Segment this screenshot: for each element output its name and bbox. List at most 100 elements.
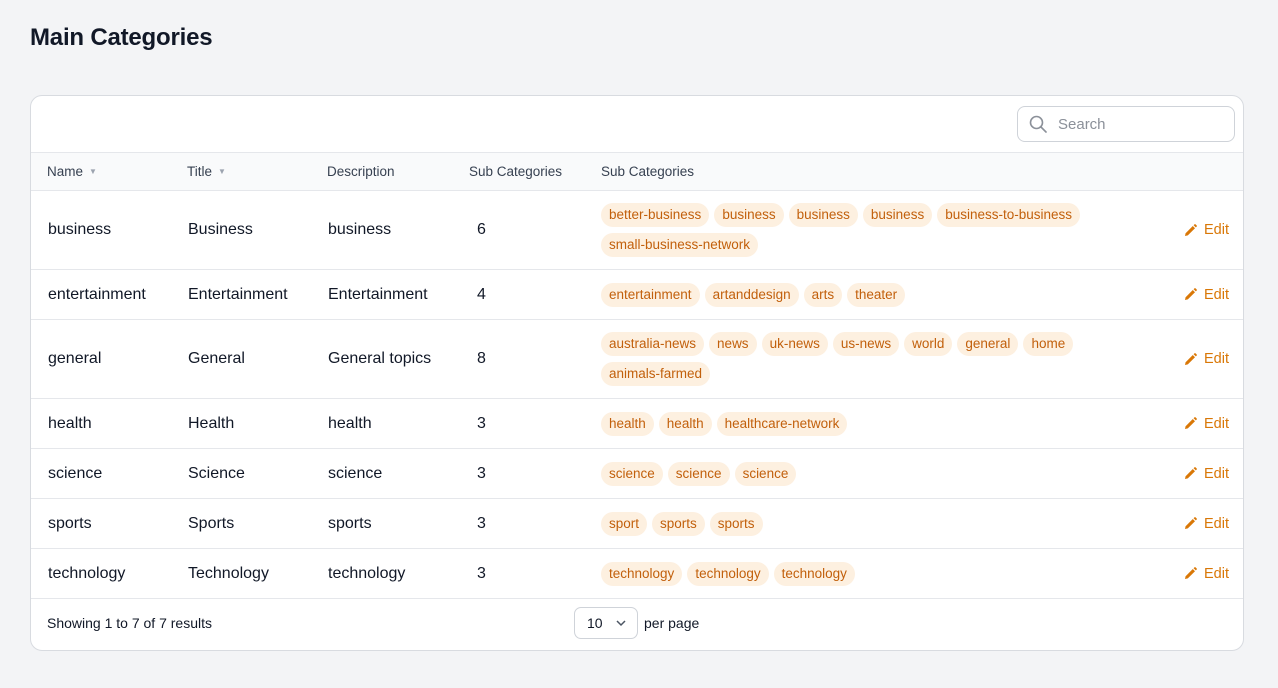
edit-button[interactable]: Edit <box>1125 351 1243 367</box>
cell-sub-categories: health health healthcare-network <box>585 398 1125 449</box>
edit-button[interactable]: Edit <box>1125 515 1243 532</box>
tag-list: sport sports sports <box>601 500 1125 548</box>
tag-list: health health healthcare-network <box>601 400 1125 448</box>
cell-title: Science <box>171 448 311 499</box>
table-row: science Science science 3 science science scie… <box>31 448 1243 499</box>
pencil-icon <box>1185 352 1197 365</box>
sub-category-tag: news <box>709 332 757 356</box>
pencil-icon <box>1185 567 1197 579</box>
sub-category-tag: healthcare-network <box>716 411 848 436</box>
sub-category-tag: business-to-business <box>937 203 1081 227</box>
sub-category-tag: artanddesign <box>704 282 799 307</box>
pencil-icon <box>1185 417 1197 429</box>
edit-button[interactable]: Edit <box>1125 286 1243 303</box>
cell-name: health <box>31 398 171 449</box>
per-page-select[interactable]: 10 <box>574 607 638 639</box>
edit-button[interactable]: Edit <box>1125 416 1243 432</box>
edit-label: Edit <box>1204 286 1229 303</box>
tag-list: science science science <box>601 450 1125 498</box>
sub-category-tag: sport <box>601 511 648 536</box>
pencil-icon <box>1185 517 1197 529</box>
cell-sub-count: 6 <box>453 190 585 270</box>
table-body: business Business business 6 better-business… <box>31 190 1243 599</box>
edit-label: Edit <box>1204 351 1229 367</box>
per-page-control: 10 per page <box>574 607 699 639</box>
sub-category-tag: sports <box>652 511 705 536</box>
cell-actions: Edit <box>1125 498 1243 549</box>
pencil-icon <box>1185 288 1197 300</box>
edit-button[interactable]: Edit <box>1125 465 1243 482</box>
edit-label: Edit <box>1204 465 1229 482</box>
sub-category-tag: sports <box>709 511 763 536</box>
sub-category-tag: business <box>714 203 784 227</box>
results-count: Showing 1 to 7 of 7 results <box>47 615 212 631</box>
tag-list: better-business business business business b… <box>601 191 1125 269</box>
edit-button[interactable]: Edit <box>1125 565 1243 582</box>
sub-category-tag: business <box>788 203 858 227</box>
sub-category-tag: better-business <box>601 203 710 227</box>
edit-label: Edit <box>1204 565 1229 582</box>
cell-sub-count: 3 <box>453 548 585 599</box>
cell-sub-categories: sport sports sports <box>585 498 1125 549</box>
column-header-name[interactable]: Name ▼ <box>31 153 171 191</box>
sort-icon: ▼ <box>89 167 97 176</box>
sub-category-tag: technology <box>773 561 855 586</box>
cell-name: technology <box>31 548 171 599</box>
cell-sub-count: 3 <box>453 398 585 449</box>
sort-icon: ▼ <box>218 167 226 176</box>
column-header-title[interactable]: Title ▼ <box>171 153 311 191</box>
edit-label: Edit <box>1204 515 1229 532</box>
per-page-label: per page <box>644 615 700 631</box>
cell-actions: Edit <box>1125 319 1243 399</box>
sub-category-tag: general <box>957 332 1019 356</box>
sub-category-tag: entertainment <box>601 282 700 307</box>
column-header-sub-categories: Sub Categories <box>585 153 1125 191</box>
sub-category-tag: science <box>667 461 730 486</box>
search-input[interactable] <box>1056 114 1220 134</box>
search-icon <box>1029 115 1047 133</box>
table-row: business Business business 6 better-business… <box>31 190 1243 270</box>
sub-category-tag: small-business-network <box>601 233 759 257</box>
cell-name: business <box>31 190 171 270</box>
sub-category-tag: animals-farmed <box>601 362 711 386</box>
cell-sub-categories: better-business business business business b… <box>585 190 1125 270</box>
table-row: entertainment Entertainment Entertainment 4… <box>31 269 1243 320</box>
sub-category-tag: science <box>601 461 663 486</box>
cell-title: Sports <box>171 498 311 549</box>
cell-actions: Edit <box>1125 398 1243 449</box>
cell-title: Health <box>171 398 311 449</box>
cell-sub-categories: technology technology technology <box>585 548 1125 599</box>
cell-name: general <box>31 319 171 399</box>
cell-sub-categories: entertainment artanddesign arts theater <box>585 269 1125 320</box>
table-row: sports Sports sports 3 sport sports sports Edit <box>31 498 1243 549</box>
tag-list: entertainment artanddesign arts theater <box>601 271 1125 319</box>
pencil-icon <box>1185 223 1197 236</box>
cell-name: science <box>31 448 171 499</box>
sub-category-tag: technology <box>601 561 683 586</box>
categories-card: Name▼ Title▼ Description Sub Categories … <box>30 95 1244 651</box>
table-row: health Health health 3 health health healthcar… <box>31 398 1243 449</box>
sub-category-tag: health <box>658 411 712 436</box>
cell-sub-categories: australia-news news uk-news us-news world gen… <box>585 319 1125 399</box>
cell-description: General topics <box>311 319 453 399</box>
column-header-actions <box>1125 153 1243 191</box>
page-title: Main Categories <box>30 24 213 51</box>
table-footer: Showing 1 to 7 of 7 results 10 per page <box>31 599 1243 647</box>
cell-actions: Edit <box>1125 448 1243 499</box>
cell-name: entertainment <box>31 269 171 320</box>
sub-category-tag: technology <box>687 561 769 586</box>
table-header-row: Name ▼ Title ▼ Description Sub Categories … <box>31 153 1243 191</box>
cell-title: General <box>171 319 311 399</box>
categories-table: Name ▼ Title ▼ Description Sub Categories … <box>31 153 1243 599</box>
search-box[interactable] <box>1017 106 1235 142</box>
cell-description: sports <box>311 498 453 549</box>
sub-category-tag: arts <box>803 282 843 307</box>
cell-description: science <box>311 448 453 499</box>
pencil-icon <box>1185 467 1197 479</box>
sub-category-tag: uk-news <box>761 332 828 356</box>
edit-button[interactable]: Edit <box>1125 222 1243 238</box>
cell-description: health <box>311 398 453 449</box>
cell-sub-count: 4 <box>453 269 585 320</box>
sub-category-tag: australia-news <box>601 332 705 356</box>
cell-title: Technology <box>171 548 311 599</box>
